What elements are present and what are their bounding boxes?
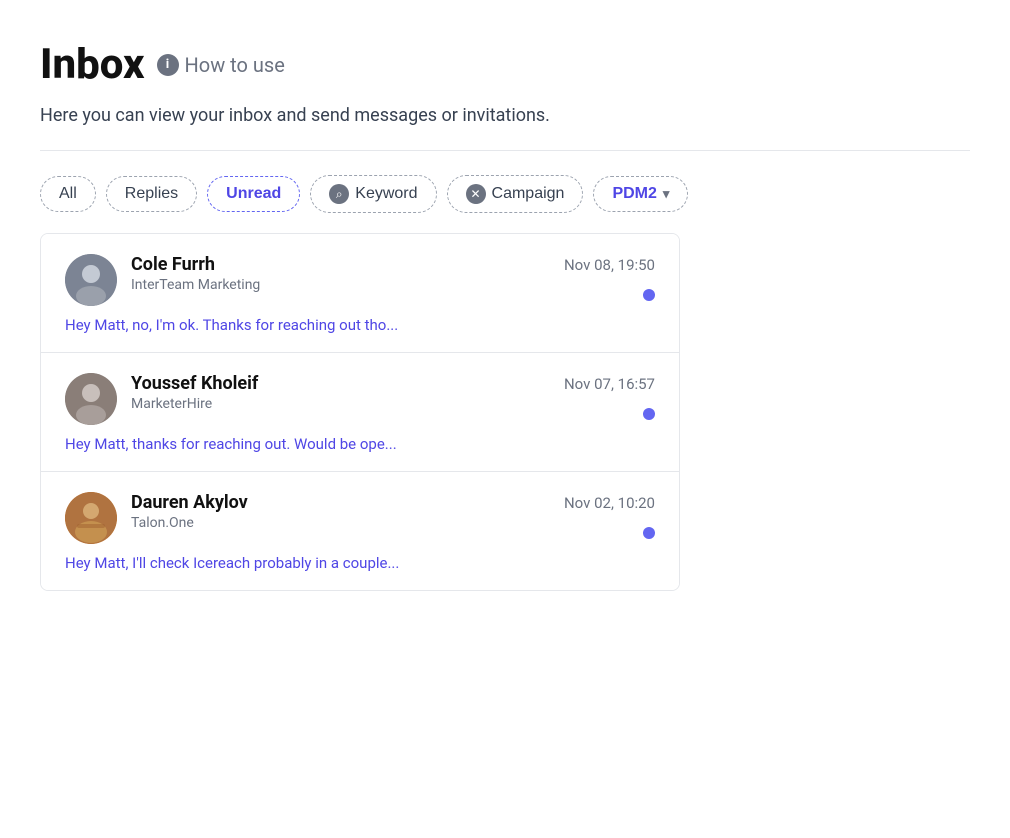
filter-replies-label: Replies: [125, 185, 178, 203]
filter-pdm2-label: PDM2: [612, 185, 656, 203]
unread-dot-row: [131, 289, 655, 301]
filter-replies[interactable]: Replies: [106, 176, 197, 212]
message-time: Nov 02, 10:20: [564, 494, 655, 512]
message-preview: Hey Matt, no, I'm ok. Thanks for reachin…: [65, 316, 655, 334]
header-divider: [40, 150, 970, 151]
unread-indicator: [643, 289, 655, 301]
sender-name: Dauren Akylov: [131, 492, 248, 513]
close-icon: ✕: [466, 184, 486, 204]
sender-name: Cole Furrh: [131, 254, 215, 275]
message-preview: Hey Matt, I'll check Icereach probably i…: [65, 554, 655, 572]
info-icon: i: [157, 54, 179, 76]
filter-unread-label: Unread: [226, 185, 281, 203]
how-to-use-button[interactable]: i How to use: [157, 53, 285, 77]
message-time: Nov 07, 16:57: [564, 375, 655, 393]
how-to-use-label: How to use: [185, 53, 285, 77]
message-name-time: Dauren Akylov Nov 02, 10:20: [131, 492, 655, 513]
filter-unread[interactable]: Unread: [207, 176, 300, 212]
message-item[interactable]: Cole Furrh Nov 08, 19:50 InterTeam Marke…: [41, 234, 679, 353]
page-header: Inbox i How to use: [40, 40, 970, 89]
filter-campaign-label: Campaign: [492, 185, 565, 203]
unread-indicator: [643, 527, 655, 539]
unread-dot-row: [131, 527, 655, 539]
message-item[interactable]: Dauren Akylov Nov 02, 10:20 Talon.One He…: [41, 472, 679, 590]
message-meta: Cole Furrh Nov 08, 19:50 InterTeam Marke…: [131, 254, 655, 301]
message-header: Cole Furrh Nov 08, 19:50 InterTeam Marke…: [65, 254, 655, 306]
filter-keyword[interactable]: ⌕ Keyword: [310, 175, 436, 213]
filter-all[interactable]: All: [40, 176, 96, 212]
sender-name: Youssef Kholeif: [131, 373, 258, 394]
avatar: [65, 373, 117, 425]
message-header: Dauren Akylov Nov 02, 10:20 Talon.One: [65, 492, 655, 544]
chevron-down-icon: ▾: [663, 186, 670, 202]
messages-list: Cole Furrh Nov 08, 19:50 InterTeam Marke…: [40, 233, 680, 591]
message-item[interactable]: Youssef Kholeif Nov 07, 16:57 MarketerHi…: [41, 353, 679, 472]
filters-row: All Replies Unread ⌕ Keyword ✕ Campaign …: [40, 175, 970, 213]
message-name-time: Youssef Kholeif Nov 07, 16:57: [131, 373, 655, 394]
message-preview: Hey Matt, thanks for reaching out. Would…: [65, 435, 655, 453]
message-name-time: Cole Furrh Nov 08, 19:50: [131, 254, 655, 275]
page-subtitle: Here you can view your inbox and send me…: [40, 105, 970, 126]
page-title: Inbox: [40, 40, 145, 89]
avatar: [65, 254, 117, 306]
message-meta: Youssef Kholeif Nov 07, 16:57 MarketerHi…: [131, 373, 655, 420]
unread-indicator: [643, 408, 655, 420]
filter-keyword-label: Keyword: [355, 185, 417, 203]
message-time: Nov 08, 19:50: [564, 256, 655, 274]
unread-dot-row: [131, 408, 655, 420]
search-icon: ⌕: [329, 184, 349, 204]
message-header: Youssef Kholeif Nov 07, 16:57 MarketerHi…: [65, 373, 655, 425]
filter-campaign[interactable]: ✕ Campaign: [447, 175, 584, 213]
avatar: [65, 492, 117, 544]
filter-pdm2[interactable]: PDM2 ▾: [593, 176, 688, 212]
message-meta: Dauren Akylov Nov 02, 10:20 Talon.One: [131, 492, 655, 539]
filter-all-label: All: [59, 185, 77, 203]
